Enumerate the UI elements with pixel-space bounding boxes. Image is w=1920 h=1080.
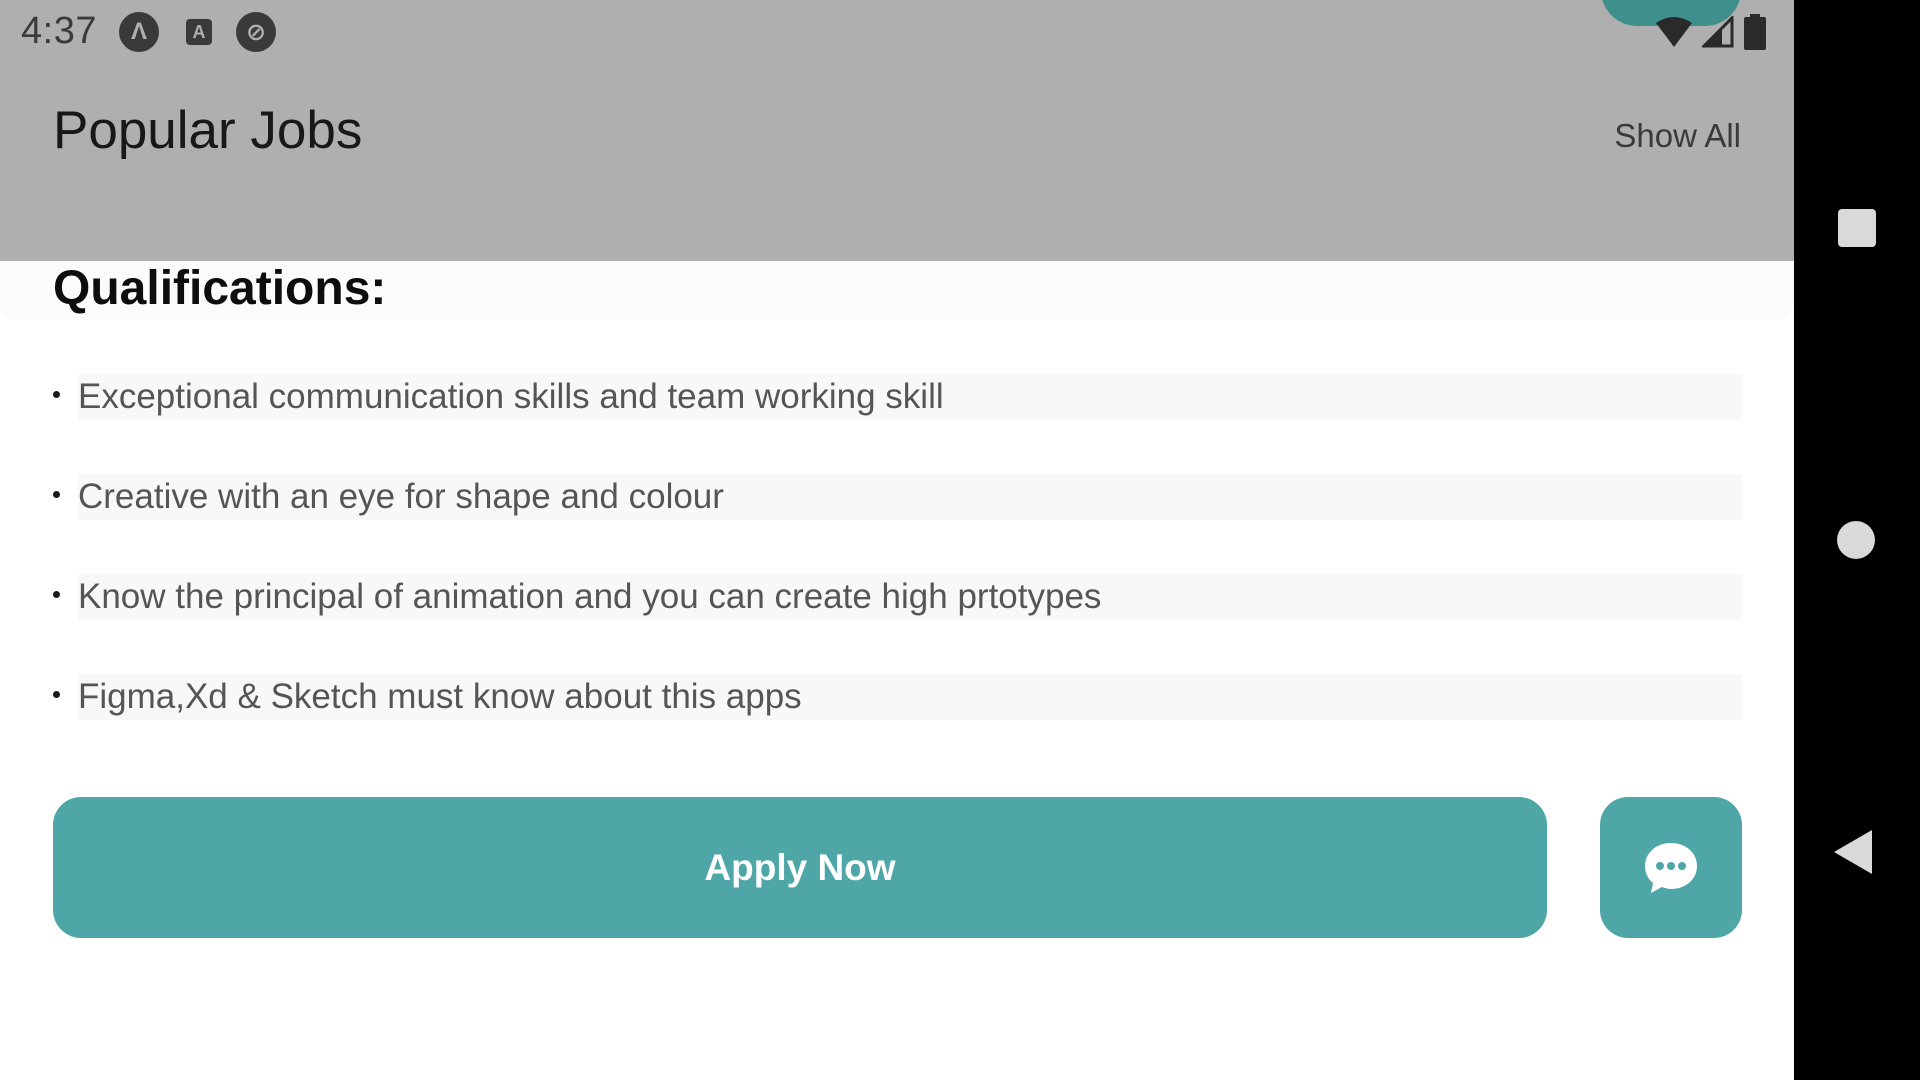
status-right-icons xyxy=(1656,14,1766,50)
list-item-text: Creative with an eye for shape and colou… xyxy=(78,477,724,516)
status-time: 4:37 xyxy=(21,10,97,52)
app-a-icon: Λ xyxy=(119,12,159,52)
back-icon[interactable] xyxy=(1834,830,1872,874)
list-item-text: Exceptional communication skills and tea… xyxy=(78,377,944,416)
app-screen: 4:37 Λ A ⊘ Popular Jobs Show All Qualifi… xyxy=(0,0,1794,1080)
show-all-link[interactable]: Show All xyxy=(1614,117,1741,155)
list-item: Know the principal of animation and you … xyxy=(53,574,1742,620)
signal-icon xyxy=(1702,16,1734,48)
list-item: Exceptional communication skills and tea… xyxy=(53,374,1742,420)
status-bar: 4:37 Λ A ⊘ xyxy=(0,0,1794,64)
recents-icon[interactable] xyxy=(1838,209,1876,247)
navigation-bar xyxy=(1794,0,1920,1080)
list-item: Creative with an eye for shape and colou… xyxy=(53,474,1742,520)
wifi-icon xyxy=(1656,17,1692,47)
battery-icon xyxy=(1744,14,1766,50)
qualifications-list: Exceptional communication skills and tea… xyxy=(53,374,1742,774)
font-a-icon: A xyxy=(186,19,212,45)
list-item: Figma,Xd & Sketch must know about this a… xyxy=(53,674,1742,720)
job-details-sheet: Qualifications: Exceptional communicatio… xyxy=(0,261,1794,1080)
sync-off-icon: ⊘ xyxy=(236,12,276,52)
bullet-icon xyxy=(53,691,60,698)
chat-bubble-icon xyxy=(1645,842,1697,893)
home-icon[interactable] xyxy=(1837,521,1875,559)
apply-now-button[interactable]: Apply Now xyxy=(53,797,1547,938)
page-title: Popular Jobs xyxy=(53,101,363,160)
list-item-text: Know the principal of animation and you … xyxy=(78,577,1102,616)
chat-button[interactable] xyxy=(1600,797,1742,938)
list-item-text: Figma,Xd & Sketch must know about this a… xyxy=(78,677,802,716)
bullet-icon xyxy=(53,391,60,398)
bullet-icon xyxy=(53,491,60,498)
qualifications-title: Qualifications: xyxy=(53,262,387,315)
bullet-icon xyxy=(53,591,60,598)
